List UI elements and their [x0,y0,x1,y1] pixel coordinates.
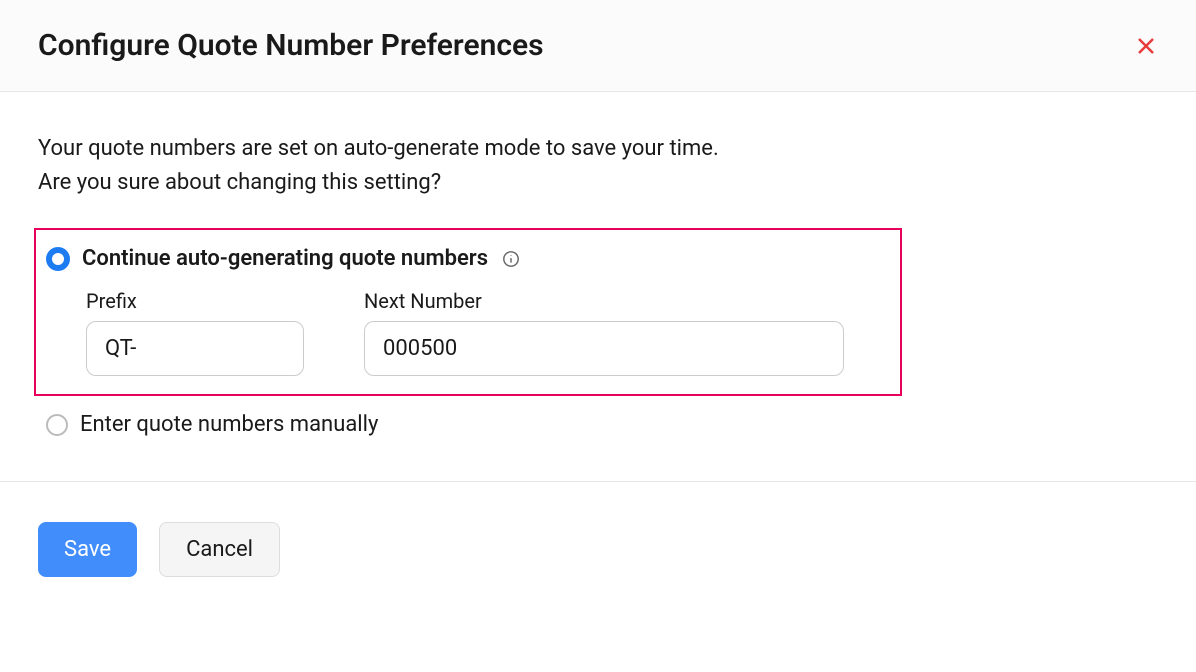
prefix-field: Prefix [86,289,304,376]
manual-radio-row[interactable]: Enter quote numbers manually [46,412,1158,437]
description-text: Your quote numbers are set on auto-gener… [38,132,1158,200]
next-number-label: Next Number [364,289,844,313]
info-icon[interactable] [502,250,520,268]
save-button[interactable]: Save [38,522,137,577]
prefix-input[interactable] [86,321,304,376]
modal-title: Configure Quote Number Preferences [38,28,544,63]
next-number-field: Next Number [364,289,844,376]
options-group: Continue auto-generating quote numbers P… [38,228,1158,437]
cancel-button[interactable]: Cancel [159,522,280,577]
auto-generate-label: Continue auto-generating quote numbers [82,246,488,271]
modal-footer: Save Cancel [0,481,1196,617]
modal-header: Configure Quote Number Preferences [0,0,1196,92]
description-line-1: Your quote numbers are set on auto-gener… [38,136,719,161]
auto-generate-radio-row[interactable]: Continue auto-generating quote numbers [46,246,890,271]
fields-row: Prefix Next Number [86,289,890,376]
description-line-2: Are you sure about changing this setting… [38,170,441,195]
next-number-input[interactable] [364,321,844,376]
close-icon[interactable] [1134,34,1158,58]
auto-generate-option-box: Continue auto-generating quote numbers P… [34,228,902,396]
prefix-label: Prefix [86,289,304,313]
modal-body: Your quote numbers are set on auto-gener… [0,92,1196,437]
radio-manual[interactable] [46,414,68,436]
manual-label: Enter quote numbers manually [80,412,378,437]
radio-auto-generate[interactable] [46,247,70,271]
